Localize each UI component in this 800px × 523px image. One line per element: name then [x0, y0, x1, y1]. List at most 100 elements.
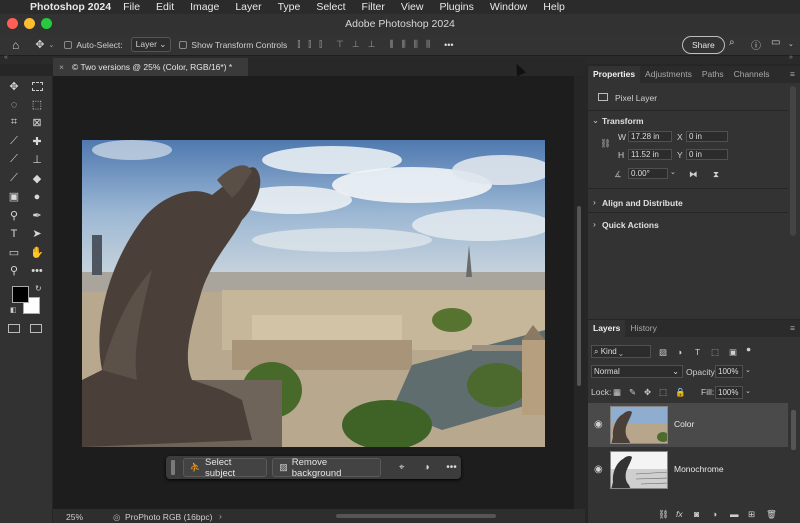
filter-type-icon[interactable]: T: [695, 347, 700, 357]
filter-kind-dropdown[interactable]: ⌕ Kind ⌄: [591, 345, 651, 358]
dodge-tool-icon[interactable]: ⚲: [5, 207, 23, 224]
history-brush-tool-icon[interactable]: ⟋: [5, 170, 23, 187]
align-top-icon[interactable]: ⊤: [336, 39, 344, 50]
minimize-window-button[interactable]: [24, 18, 35, 29]
distribute-v-icon[interactable]: ⫼: [402, 39, 406, 50]
menu-plugins[interactable]: Plugins: [439, 1, 473, 13]
layer-name[interactable]: Monochrome: [674, 464, 724, 474]
default-colors-icon[interactable]: ◧: [10, 306, 17, 314]
eyedropper-tool-icon[interactable]: ⟋: [5, 133, 23, 150]
screen-mode-icon[interactable]: [30, 324, 42, 333]
eye-icon[interactable]: ◉: [594, 419, 603, 430]
close-tab-icon[interactable]: ×: [59, 62, 64, 72]
tab-properties[interactable]: Properties: [588, 66, 641, 83]
fill-field[interactable]: 100%: [715, 386, 743, 399]
layer-row[interactable]: ◉ Monochrome: [588, 448, 788, 492]
quick-mask-icon[interactable]: [8, 324, 20, 333]
menu-image[interactable]: Image: [190, 1, 219, 13]
flip-vertical-icon[interactable]: ⧗: [713, 169, 719, 180]
workspace-chevron-icon[interactable]: ⌄: [788, 40, 794, 48]
align-middle-v-icon[interactable]: ⊥: [352, 39, 360, 50]
properties-scrollbar[interactable]: [790, 86, 796, 236]
lock-image-icon[interactable]: ✎: [629, 387, 636, 398]
transform-section-header[interactable]: Transform: [602, 116, 644, 126]
tab-paths[interactable]: Paths: [697, 66, 729, 83]
lock-all-icon[interactable]: 🔒: [675, 387, 686, 398]
eraser-tool-icon[interactable]: ◆: [28, 170, 46, 187]
tab-history[interactable]: History: [625, 320, 661, 337]
layers-scrollbar[interactable]: [791, 410, 796, 450]
align-center-h-icon[interactable]: ⫿: [308, 39, 311, 50]
status-chevron-icon[interactable]: ›: [219, 511, 222, 521]
y-field[interactable]: 0 in: [686, 149, 728, 160]
healing-brush-tool-icon[interactable]: ✚: [28, 133, 46, 150]
menu-edit[interactable]: Edit: [156, 1, 174, 13]
document-tab[interactable]: × © Two versions @ 25% (Color, RGB/16*) …: [53, 58, 248, 76]
zoom-window-button[interactable]: [41, 18, 52, 29]
fill-chevron-icon[interactable]: ⌄: [745, 387, 751, 395]
horizontal-scroll-thumb[interactable]: [336, 514, 496, 518]
zoom-tool-icon[interactable]: ⚲: [5, 262, 23, 279]
filter-pixel-icon[interactable]: ▨: [659, 347, 667, 358]
add-mask-icon[interactable]: ◙: [694, 509, 699, 519]
filter-toggle-icon[interactable]: ●: [746, 344, 751, 354]
vertical-scroll-thumb[interactable]: [577, 206, 581, 386]
chevron-right-icon[interactable]: ›: [593, 219, 596, 229]
zoom-level[interactable]: 25%: [66, 512, 83, 522]
remove-background-button[interactable]: ▨ Remove background: [272, 457, 382, 479]
path-selection-tool-icon[interactable]: ➤: [28, 225, 46, 242]
chevron-down-icon[interactable]: ⌄: [592, 115, 599, 126]
opacity-chevron-icon[interactable]: ⌄: [745, 366, 751, 374]
brush-tool-icon[interactable]: ⟋: [5, 151, 23, 168]
distribute-h-icon[interactable]: ⫼: [414, 39, 418, 50]
blur-tool-icon[interactable]: ●: [28, 188, 46, 205]
panel-menu-icon[interactable]: ≡: [785, 66, 800, 83]
document-image[interactable]: [82, 140, 545, 447]
lasso-tool-icon[interactable]: ◌: [5, 96, 23, 113]
task-bar-drag-handle[interactable]: [171, 460, 175, 475]
search-icon[interactable]: ⌕: [729, 37, 735, 48]
filter-adjustment-icon[interactable]: ◑: [677, 347, 682, 357]
link-icon[interactable]: ⛓: [600, 138, 611, 149]
workspace-icon[interactable]: ▭: [771, 37, 780, 48]
frame-tool-icon[interactable]: ⊠: [28, 114, 46, 131]
select-subject-button[interactable]: ⛹ Select subject: [182, 457, 268, 479]
more-options-icon[interactable]: •••: [444, 40, 453, 50]
collapse-left-icon[interactable]: «: [4, 54, 8, 61]
move-tool-icon[interactable]: ✥: [35, 38, 44, 51]
menu-file[interactable]: File: [123, 1, 140, 13]
swap-colors-icon[interactable]: ↻: [35, 284, 42, 293]
panel-menu-icon[interactable]: ≡: [785, 320, 800, 337]
link-layers-icon[interactable]: ⛓: [658, 509, 669, 520]
canvas-vertical-scrollbar[interactable]: [574, 76, 585, 509]
menu-help[interactable]: Help: [543, 1, 565, 13]
eye-icon[interactable]: ◉: [594, 464, 603, 475]
x-field[interactable]: 0 in: [686, 131, 728, 142]
align-left-icon[interactable]: ⫿: [297, 39, 300, 50]
fx-button[interactable]: fx: [676, 509, 683, 519]
auto-select-dropdown[interactable]: Layer ⌄: [130, 37, 172, 52]
chevron-right-icon[interactable]: ›: [593, 197, 596, 207]
pen-tool-icon[interactable]: ✒: [28, 207, 46, 224]
flip-horizontal-icon[interactable]: ⧓: [689, 169, 698, 180]
trash-icon[interactable]: 🗑: [766, 509, 777, 520]
tab-channels[interactable]: Channels: [729, 66, 775, 83]
more-options-icon[interactable]: •••: [442, 462, 461, 473]
help-icon[interactable]: ⓘ: [751, 37, 761, 52]
tool-preset-chevron-icon[interactable]: ⌄: [48, 41, 54, 49]
lock-position-icon[interactable]: ✥: [644, 387, 651, 398]
marquee-tool-icon[interactable]: [28, 78, 46, 95]
type-tool-icon[interactable]: T: [5, 225, 23, 242]
layer-name[interactable]: Color: [674, 419, 694, 429]
menu-type[interactable]: Type: [278, 1, 301, 13]
width-field[interactable]: 17.28 in: [628, 131, 672, 142]
tab-layers[interactable]: Layers: [588, 320, 626, 337]
distribute-icon[interactable]: ⫼: [390, 39, 394, 50]
distribute-spacing-icon[interactable]: ⫼: [426, 39, 430, 50]
lock-transparent-icon[interactable]: ▦: [613, 387, 621, 398]
menu-window[interactable]: Window: [490, 1, 527, 13]
align-distribute-header[interactable]: Align and Distribute: [602, 198, 683, 208]
transform-icon[interactable]: ⌖: [392, 462, 411, 473]
move-tool-icon[interactable]: ✥: [5, 78, 23, 95]
adjustment-layer-icon[interactable]: ◑: [712, 509, 717, 519]
